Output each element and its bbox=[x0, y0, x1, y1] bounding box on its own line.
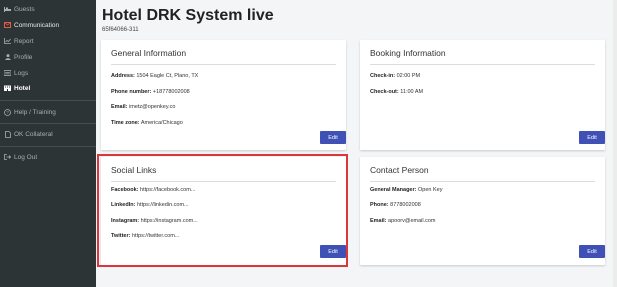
card-divider bbox=[111, 64, 336, 65]
checkout-row: Check-out: 11:00 AM bbox=[370, 89, 424, 95]
booking-information-card: Booking Information Check-in: 02:00 PM C… bbox=[360, 40, 605, 150]
highlight-box bbox=[97, 154, 348, 267]
page-title: Hotel DRK System live bbox=[102, 7, 274, 24]
card-title: General Information bbox=[111, 48, 187, 58]
card-title: Contact Person bbox=[370, 165, 429, 175]
sidebar-item-label: Log Out bbox=[14, 153, 38, 161]
list-icon bbox=[4, 70, 11, 77]
hotel-icon bbox=[4, 85, 11, 92]
general-edit-button[interactable]: Edit bbox=[320, 131, 346, 144]
contact-edit-button[interactable]: Edit bbox=[579, 245, 605, 258]
general-manager-row: General Manager: Open Key bbox=[370, 187, 443, 193]
booking-edit-button[interactable]: Edit bbox=[579, 131, 605, 144]
hotel-id: 65f64066-311 bbox=[102, 27, 139, 33]
sidebar-item-communication[interactable]: Communication bbox=[0, 19, 96, 31]
card-divider bbox=[370, 64, 595, 65]
sidebar-divider bbox=[0, 123, 96, 124]
sidebar-item-label: Report bbox=[14, 37, 34, 45]
bed-icon bbox=[4, 6, 11, 13]
contact-phone-row: Phone: 8778002008 bbox=[370, 202, 421, 208]
email-row: Email: imetz@openkey.co bbox=[111, 104, 176, 110]
sidebar-item-help-training[interactable]: ? Help / Training bbox=[0, 106, 96, 118]
sidebar-item-label: Logs bbox=[14, 69, 29, 77]
sidebar-item-label: Profile bbox=[14, 53, 33, 61]
scrollbar[interactable] bbox=[613, 0, 617, 287]
sidebar-item-label: Help / Training bbox=[14, 108, 56, 116]
sidebar-item-guests[interactable]: Guests bbox=[0, 3, 96, 15]
sidebar-divider bbox=[0, 100, 96, 101]
sidebar-item-label: Communication bbox=[14, 21, 60, 29]
general-information-card: General Information Address: 1504 Eagle … bbox=[101, 40, 346, 150]
contact-email-row: Email: apoorv@email.com bbox=[370, 218, 436, 224]
sidebar-item-report[interactable]: Report bbox=[0, 35, 96, 47]
phone-row: Phone number: +18778002008 bbox=[111, 89, 190, 95]
address-row: Address: 1504 Eagle Ct, Plano, TX bbox=[111, 73, 199, 79]
timezone-row: Time zone: America/Chicago bbox=[111, 120, 183, 126]
sidebar-item-hotel[interactable]: Hotel bbox=[0, 82, 96, 94]
sidebar-item-ok-collateral[interactable]: OK Collateral bbox=[0, 128, 96, 140]
logout-icon bbox=[4, 154, 11, 161]
help-icon: ? bbox=[4, 108, 11, 116]
sidebar: Guests Communication Report Profile Logs… bbox=[0, 0, 96, 287]
sidebar-item-log-out[interactable]: Log Out bbox=[0, 151, 96, 163]
card-divider bbox=[370, 181, 595, 182]
chart-icon bbox=[4, 38, 11, 45]
svg-text:?: ? bbox=[6, 110, 9, 115]
sidebar-divider bbox=[0, 146, 96, 147]
sidebar-item-label: Guests bbox=[14, 5, 35, 13]
card-title: Booking Information bbox=[370, 48, 446, 58]
person-icon bbox=[4, 54, 11, 61]
sidebar-item-label: OK Collateral bbox=[14, 130, 53, 138]
checkin-row: Check-in: 02:00 PM bbox=[370, 73, 421, 79]
document-icon bbox=[4, 130, 11, 138]
sidebar-item-label: Hotel bbox=[14, 84, 31, 92]
sidebar-item-logs[interactable]: Logs bbox=[0, 67, 96, 79]
sidebar-item-profile[interactable]: Profile bbox=[0, 51, 96, 63]
mail-icon bbox=[4, 22, 11, 29]
contact-person-card: Contact Person General Manager: Open Key… bbox=[360, 157, 605, 265]
